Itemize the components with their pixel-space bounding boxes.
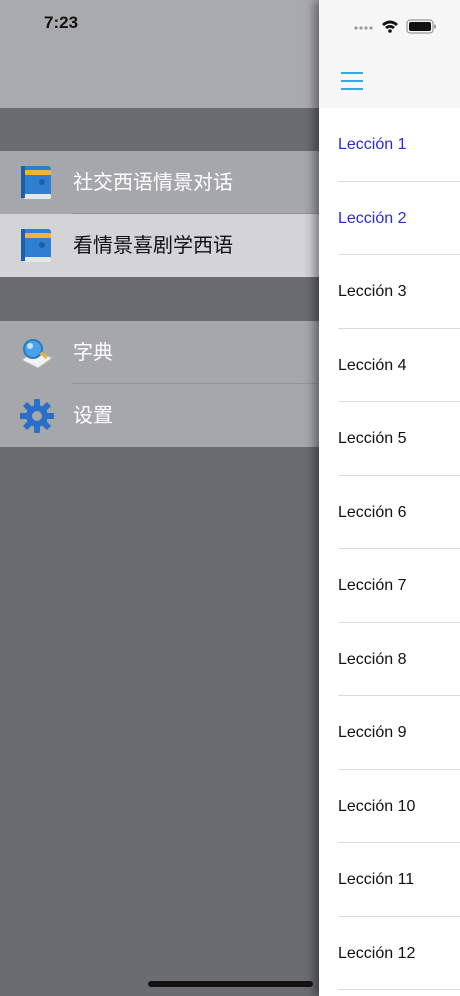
drawer-item-dictionary[interactable]: 字典 bbox=[0, 321, 320, 384]
lesson-label: Lección 3 bbox=[338, 283, 407, 300]
status-time: 7:23 bbox=[44, 13, 79, 32]
course-group: 社交西语情景对话 看情景喜剧学西语 bbox=[0, 151, 320, 277]
lesson-label: Lección 2 bbox=[338, 209, 407, 227]
lesson-item[interactable]: Lección 11 bbox=[319, 843, 460, 917]
lesson-label: Lección 4 bbox=[338, 356, 407, 374]
lesson-item[interactable]: Lección 3 bbox=[319, 255, 460, 329]
lesson-label: Lección 12 bbox=[338, 944, 416, 962]
gear-icon bbox=[20, 399, 54, 433]
lesson-label: Lección 1 bbox=[338, 136, 407, 153]
status-indicators bbox=[354, 19, 436, 34]
lesson-label: Lección 11 bbox=[338, 871, 415, 888]
lesson-label: Lección 9 bbox=[338, 724, 407, 741]
hamburger-menu-button[interactable] bbox=[341, 72, 365, 90]
lesson-item[interactable]: Lección 8 bbox=[319, 623, 460, 696]
lesson-item[interactable]: Lección 12 bbox=[319, 917, 460, 990]
lesson-panel: Lección 1 Lección 2 Lección 3 Lección 4 … bbox=[319, 0, 460, 996]
drawer-item-label: 看情景喜剧学西语 bbox=[73, 233, 233, 257]
tools-group: 字典 设置 bbox=[0, 321, 320, 447]
drawer-item-label: 社交西语情景对话 bbox=[73, 170, 233, 194]
panel-header bbox=[319, 0, 460, 108]
signal-icon bbox=[354, 26, 373, 30]
book-icon bbox=[21, 166, 51, 199]
drawer-header: 7:23 bbox=[0, 0, 320, 108]
home-indicator[interactable] bbox=[148, 981, 313, 987]
lesson-label: Lección 10 bbox=[338, 797, 416, 815]
lesson-label: Lección 5 bbox=[338, 430, 407, 447]
drawer-item-label: 设置 bbox=[73, 403, 113, 427]
lesson-item[interactable]: Lección 5 bbox=[319, 402, 460, 476]
drawer-item-social-dialogue[interactable]: 社交西语情景对话 bbox=[0, 151, 320, 214]
drawer-item-settings[interactable]: 设置 bbox=[0, 384, 320, 447]
lesson-item[interactable]: Lección 1 bbox=[319, 108, 460, 182]
lesson-item[interactable]: Lección 4 bbox=[319, 329, 460, 402]
side-drawer: 7:23 社交西语情景对话 看情景喜剧学西语 字典 设置 bbox=[0, 0, 320, 996]
lesson-item[interactable]: Lección 2 bbox=[319, 182, 460, 255]
lesson-list: Lección 1 Lección 2 Lección 3 Lección 4 … bbox=[319, 108, 460, 990]
book-icon bbox=[21, 229, 51, 262]
divider bbox=[338, 989, 460, 990]
lesson-item[interactable]: Lección 10 bbox=[319, 770, 460, 843]
battery-icon bbox=[406, 19, 436, 34]
lesson-label: Lección 7 bbox=[338, 577, 407, 594]
lesson-label: Lección 6 bbox=[338, 503, 407, 521]
lesson-label: Lección 8 bbox=[338, 650, 407, 668]
drawer-item-label: 字典 bbox=[73, 340, 113, 364]
lesson-item[interactable]: Lección 7 bbox=[319, 549, 460, 623]
lesson-item[interactable]: Lección 6 bbox=[319, 476, 460, 549]
dictionary-icon bbox=[21, 339, 53, 369]
wifi-icon bbox=[382, 20, 398, 33]
lesson-item[interactable]: Lección 9 bbox=[319, 696, 460, 770]
drawer-item-sitcom[interactable]: 看情景喜剧学西语 bbox=[0, 214, 320, 277]
